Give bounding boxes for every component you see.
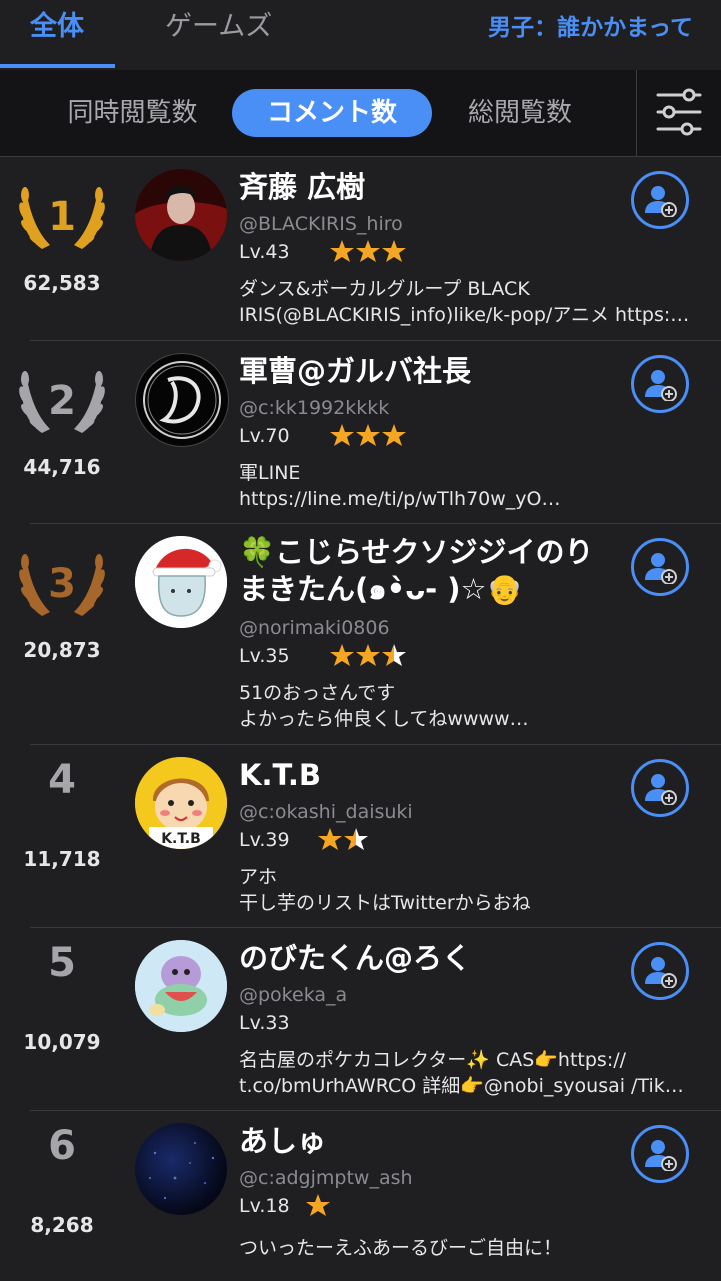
- rank-number: 1: [48, 194, 76, 240]
- user-bio-line-2: よかったら仲良くしてねwwww…: [239, 708, 529, 730]
- avatar-image: [135, 536, 227, 628]
- user-level: Lv.35: [239, 645, 290, 667]
- user-handle: @c:okashi_daisuki: [239, 801, 413, 823]
- user-name-line-2: まきたん(๑•̀ᴗ- )☆👴: [239, 572, 523, 606]
- avatar-image: K.T.B: [135, 757, 227, 849]
- rank-number: 6: [48, 1123, 76, 1169]
- follow-button[interactable]: [631, 1125, 689, 1183]
- rank-number: 5: [48, 940, 76, 986]
- user-bio-line-1: ダンス&ボーカルグループ BLACK: [239, 278, 530, 300]
- user-level: Lv.43: [239, 241, 290, 263]
- laurel-wreath-icon: 3: [19, 554, 105, 616]
- sliders-icon: [656, 88, 702, 136]
- user-name[interactable]: K.T.B: [239, 757, 629, 793]
- top-tab-bar: 全体 ゲームズ 男子：誰かかまって: [0, 0, 721, 71]
- sort-tab-concurrent[interactable]: 同時閲覧数: [55, 89, 210, 137]
- add-user-icon: [645, 186, 677, 217]
- user-handle: @BLACKIRIS_hiro: [239, 213, 403, 235]
- avatar[interactable]: [135, 536, 227, 628]
- sort-tab-total[interactable]: 総閲覧数: [455, 89, 585, 137]
- user-bio-line-1: アホ: [239, 866, 278, 888]
- user-handle: @c:kk1992kkkk: [239, 397, 390, 419]
- star-rating: [330, 424, 406, 446]
- user-handle: @norimaki0806: [239, 617, 390, 639]
- user-handle: @pokeka_a: [239, 984, 348, 1006]
- user-bio-line-1: 名古屋のポケカコレクター✨ CAS👉https://: [239, 1049, 627, 1071]
- user-bio-line-2: IRIS(@BLACKIRIS_info)like/k-pop/アニメ http…: [239, 304, 690, 326]
- list-item[interactable]: 5 10,079 のびたくん@ろく @pokeka_a Lv.33 名古屋のポケ…: [0, 928, 721, 1111]
- tab-games[interactable]: ゲームズ: [165, 4, 272, 43]
- avatar[interactable]: K.T.B: [135, 757, 227, 849]
- user-level: Lv.33: [239, 1012, 290, 1034]
- user-level: Lv.39: [239, 829, 290, 851]
- user-name[interactable]: 🍀こじらせクソジジイのり: [239, 534, 629, 570]
- user-name[interactable]: のびたくん@ろく: [239, 940, 629, 976]
- filter-button[interactable]: [636, 70, 721, 156]
- rank-number: 3: [48, 561, 76, 607]
- follow-button[interactable]: [631, 759, 689, 817]
- user-bio-line-2: https://line.me/ti/p/wTlh70w_yO…: [239, 488, 561, 510]
- avatar-image: [135, 940, 227, 1032]
- svg-text:K.T.B: K.T.B: [161, 831, 201, 847]
- user-bio-line-1: ついったーえふあーるびーご自由に！: [239, 1237, 563, 1259]
- user-name[interactable]: 斉藤 広樹: [239, 169, 629, 205]
- star-rating: [306, 1194, 330, 1216]
- user-handle: @c:adgjmptw_ash: [239, 1167, 413, 1189]
- sort-tab-comments[interactable]: コメント数: [232, 89, 432, 137]
- follow-button[interactable]: [631, 171, 689, 229]
- star-rating: [330, 644, 406, 666]
- active-tab-indicator: [0, 64, 115, 68]
- star-rating: [330, 240, 406, 262]
- user-bio-line-1: 51のおっさんです: [239, 682, 396, 704]
- avatar-image: [149, 1142, 215, 1200]
- user-level: Lv.18: [239, 1195, 290, 1217]
- comment-count: 20,873: [23, 638, 101, 662]
- avatar-image: [143, 361, 221, 439]
- comment-count: 8,268: [30, 1213, 94, 1237]
- category-selector[interactable]: 男子：誰かかまって: [488, 8, 693, 42]
- laurel-wreath-icon: 2: [19, 371, 105, 433]
- avatar[interactable]: [135, 169, 227, 261]
- list-item[interactable]: 4 11,718 K.T.B K.T.B @c:okashi_daisuki L…: [0, 745, 721, 928]
- add-user-icon: [645, 957, 677, 988]
- comment-count: 10,079: [23, 1030, 101, 1054]
- user-name[interactable]: あしゅ: [239, 1123, 629, 1159]
- user-level: Lv.70: [239, 425, 290, 447]
- user-bio-line-2: 干し芋のリストはTwitterからおね: [239, 892, 531, 914]
- comment-count: 44,716: [23, 455, 101, 479]
- star-rating: [318, 828, 368, 850]
- add-user-icon: [645, 553, 677, 584]
- user-bio-line-1: 軍LINE: [239, 462, 301, 484]
- add-user-icon: [645, 370, 677, 401]
- avatar[interactable]: [135, 353, 229, 447]
- add-user-icon: [645, 1140, 677, 1171]
- list-item[interactable]: 2 44,716 軍曹@ガルバ社長 @c:kk1992kkkk Lv.70 軍L…: [0, 341, 721, 524]
- user-name[interactable]: 軍曹@ガルバ社長: [239, 353, 629, 389]
- follow-button[interactable]: [631, 538, 689, 596]
- ranking-list: 1 62,583 斉藤 広樹 @BLACKIRIS_hiro Lv.43 ダンス…: [0, 157, 721, 1281]
- rank-number: 4: [48, 757, 76, 803]
- add-user-icon: [645, 774, 677, 805]
- comment-count: 62,583: [23, 271, 101, 295]
- follow-button[interactable]: [631, 355, 689, 413]
- avatar[interactable]: [135, 1123, 227, 1215]
- sort-bar: 同時閲覧数 コメント数 総閲覧数: [0, 70, 721, 157]
- follow-button[interactable]: [631, 942, 689, 1000]
- comment-count: 11,718: [23, 847, 101, 871]
- rank-number: 2: [48, 378, 76, 424]
- list-item[interactable]: 3 20,873 🍀こじらせクソジジイのり まきたん(๑•̀ᴗ- )☆👴 @no…: [0, 524, 721, 745]
- list-item[interactable]: 6 8,268 あしゅ @c:adgjmptw_ash Lv.18 ついったーえ…: [0, 1111, 721, 1281]
- tab-all[interactable]: 全体: [30, 4, 84, 43]
- laurel-wreath-icon: 1: [19, 187, 105, 249]
- avatar[interactable]: [135, 940, 227, 1032]
- list-item[interactable]: 1 62,583 斉藤 広樹 @BLACKIRIS_hiro Lv.43 ダンス…: [0, 157, 721, 341]
- avatar-image: [135, 169, 227, 261]
- user-bio-line-2: t.co/bmUrhAWRCO 詳細👉@nobi_syousai /Tik…: [239, 1075, 684, 1097]
